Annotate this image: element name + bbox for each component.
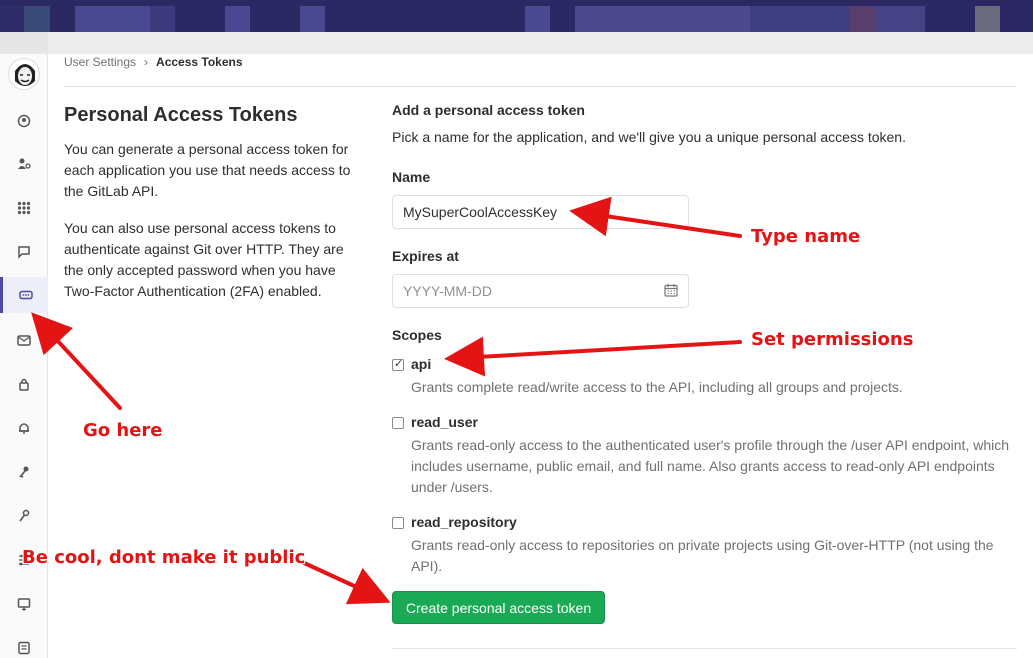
nav-block: [75, 6, 150, 32]
expires-at-input[interactable]: [392, 274, 689, 308]
nav-block: [525, 6, 550, 32]
divider: [64, 86, 1017, 87]
nav-block: [0, 6, 24, 32]
name-label: Name: [392, 169, 431, 185]
divider: [392, 648, 1017, 649]
scopes-label: Scopes: [392, 327, 442, 343]
annotation-be-cool: Be cool, dont make it public: [22, 547, 306, 568]
notifications-icon[interactable]: [0, 410, 48, 446]
scope-name: read_user: [411, 414, 478, 430]
sessions-icon[interactable]: [0, 586, 48, 622]
audit-log-icon[interactable]: [0, 630, 48, 658]
arrow-to-access-tokens: [31, 312, 122, 410]
scope-api-checkbox[interactable]: [392, 357, 404, 371]
avatar-mask-icon: [9, 59, 39, 89]
applications-icon[interactable]: [0, 190, 48, 226]
nav-block: [975, 6, 1000, 32]
nav-block: [875, 6, 925, 32]
page-title: Personal Access Tokens: [64, 104, 298, 126]
form-help-text: Pick a name for the application, and we'…: [392, 129, 906, 145]
breadcrumb-separator: ›: [144, 55, 149, 69]
ssh-keys-icon[interactable]: [0, 454, 48, 490]
password-icon[interactable]: [0, 366, 48, 402]
top-navigation-bar: [0, 0, 1033, 32]
add-token-form: Add a personal access token Pick a name …: [392, 102, 1017, 145]
chat-icon[interactable]: [0, 234, 48, 270]
scope-name: read_repository: [411, 514, 517, 530]
scope-name: api: [411, 356, 432, 372]
nav-block: [24, 6, 50, 32]
scope-description: Grants read-only access to repositories …: [411, 537, 994, 574]
breadcrumb: User Settings › Access Tokens: [64, 55, 243, 69]
intro-paragraph: You can generate a personal access token…: [64, 141, 351, 199]
arrow-to-create-button: [300, 560, 391, 605]
expires-label: Expires at: [392, 248, 459, 264]
scope-read-user-checkbox[interactable]: [392, 417, 404, 429]
arrow-to-api-scope: [444, 336, 742, 377]
create-token-button[interactable]: Create personal access token: [392, 591, 605, 624]
nav-block: [150, 6, 175, 32]
nav-block: [850, 6, 875, 32]
calendar-icon[interactable]: [664, 283, 678, 297]
nav-block: [225, 6, 250, 32]
breadcrumb-parent[interactable]: User Settings: [64, 55, 136, 69]
annotation-set-permissions: Set permissions: [751, 329, 914, 350]
account-icon[interactable]: [0, 146, 48, 182]
scope-description: Grants complete read/write access to the…: [411, 379, 903, 395]
emails-icon[interactable]: [0, 322, 48, 358]
form-title: Add a personal access token: [392, 102, 585, 118]
access-tokens-icon[interactable]: [0, 277, 48, 313]
gpg-keys-icon[interactable]: [0, 498, 48, 534]
token-name-input[interactable]: [392, 195, 689, 229]
nav-block: [300, 6, 325, 32]
scope-read-repository-checkbox[interactable]: [392, 517, 404, 529]
annotation-type-name: Type name: [751, 226, 861, 247]
breadcrumb-current[interactable]: Access Tokens: [156, 55, 243, 69]
avatar[interactable]: [8, 58, 40, 90]
header-strip: [0, 32, 1033, 54]
intro-paragraph: You can also use personal access tokens …: [64, 220, 344, 299]
nav-block: [750, 6, 850, 32]
scope-description: Grants read-only access to the authentic…: [411, 437, 1010, 495]
nav-block: [575, 6, 750, 32]
profile-icon[interactable]: [0, 103, 48, 139]
annotation-go-here: Go here: [83, 420, 163, 441]
